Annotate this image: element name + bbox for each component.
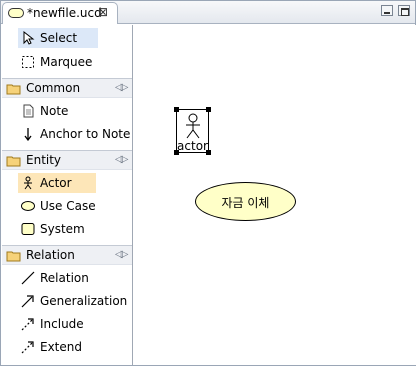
palette-generalization-tool[interactable]: Generalization bbox=[18, 291, 130, 311]
editor-tab-bar: *newfile.ucd ⊠ bbox=[1, 1, 415, 24]
note-icon bbox=[23, 104, 34, 118]
palette-item-label: Relation bbox=[40, 271, 89, 285]
editor-tab[interactable]: *newfile.ucd ⊠ bbox=[2, 2, 118, 24]
diagram-canvas[interactable]: actor 자금 이체 bbox=[134, 25, 416, 365]
extend-icon bbox=[21, 341, 34, 354]
system-icon bbox=[21, 223, 35, 235]
drawer-label: Relation bbox=[26, 248, 75, 262]
marquee-icon bbox=[22, 56, 34, 68]
folder-icon bbox=[6, 84, 21, 95]
palette-item-label: Extend bbox=[40, 340, 82, 354]
palette-item-label: Include bbox=[40, 317, 84, 331]
actor-icon bbox=[24, 176, 32, 190]
palette-actor-tool[interactable]: Actor bbox=[18, 173, 96, 193]
drawer-common[interactable]: Common ◁▷ bbox=[2, 78, 132, 98]
usecase-diagram-file-icon bbox=[8, 8, 24, 18]
editor-window: *newfile.ucd ⊠ Select Marquee Common ◁▷ bbox=[0, 0, 416, 366]
palette-marquee-tool[interactable]: Marquee bbox=[18, 52, 130, 72]
usecase-icon bbox=[21, 201, 35, 211]
palette-note-tool[interactable]: Note bbox=[18, 101, 130, 121]
selection-handle[interactable] bbox=[206, 107, 211, 112]
anchor-arrow-icon bbox=[24, 128, 32, 141]
palette-include-tool[interactable]: Include bbox=[18, 314, 130, 334]
line-icon bbox=[21, 271, 35, 285]
folder-icon bbox=[6, 156, 21, 167]
folder-icon bbox=[6, 251, 21, 262]
drawer-relation[interactable]: Relation ◁▷ bbox=[2, 245, 132, 265]
drawer-label: Entity bbox=[26, 153, 62, 167]
usecase-name[interactable]: 자금 이체 bbox=[196, 194, 295, 211]
generalization-icon bbox=[21, 295, 34, 308]
collapse-icon[interactable]: ◁▷ bbox=[115, 82, 128, 93]
usecase-node[interactable]: 자금 이체 bbox=[195, 182, 296, 221]
palette-extend-tool[interactable]: Extend bbox=[18, 337, 130, 357]
palette-item-label: Use Case bbox=[40, 199, 96, 213]
arrow-cursor-icon bbox=[23, 31, 35, 45]
selection-handle[interactable] bbox=[174, 150, 179, 155]
palette: Select Marquee Common ◁▷ Note Anchor to … bbox=[2, 25, 133, 365]
palette-system-tool[interactable]: System bbox=[18, 219, 130, 239]
palette-usecase-tool[interactable]: Use Case bbox=[18, 196, 130, 216]
drawer-label: Common bbox=[26, 81, 81, 95]
palette-item-label: Marquee bbox=[40, 55, 93, 69]
selection-handle[interactable] bbox=[174, 107, 179, 112]
selection-handle[interactable] bbox=[206, 150, 211, 155]
actor-name[interactable]: actor bbox=[177, 139, 208, 153]
palette-item-label: System bbox=[40, 222, 85, 236]
minimize-button[interactable] bbox=[381, 5, 393, 16]
palette-relation-tool[interactable]: Relation bbox=[18, 268, 130, 288]
drawer-entity[interactable]: Entity ◁▷ bbox=[2, 150, 132, 170]
collapse-icon[interactable]: ◁▷ bbox=[115, 249, 128, 260]
palette-item-label: Select bbox=[40, 31, 78, 45]
palette-anchor-tool[interactable]: Anchor to Note bbox=[18, 124, 130, 144]
palette-item-label: Actor bbox=[40, 176, 72, 190]
palette-select-tool[interactable]: Select bbox=[18, 28, 98, 48]
palette-item-label: Generalization bbox=[40, 294, 128, 308]
actor-node[interactable]: actor bbox=[174, 107, 211, 155]
palette-item-label: Note bbox=[40, 104, 69, 118]
actor-figure-icon bbox=[186, 113, 200, 139]
editor-tab-title: *newfile.ucd bbox=[27, 6, 102, 20]
maximize-button[interactable] bbox=[398, 5, 410, 16]
collapse-icon[interactable]: ◁▷ bbox=[115, 154, 128, 165]
palette-item-label: Anchor to Note bbox=[40, 127, 131, 141]
close-tab-icon[interactable]: ⊠ bbox=[98, 5, 108, 19]
include-icon bbox=[21, 318, 34, 331]
